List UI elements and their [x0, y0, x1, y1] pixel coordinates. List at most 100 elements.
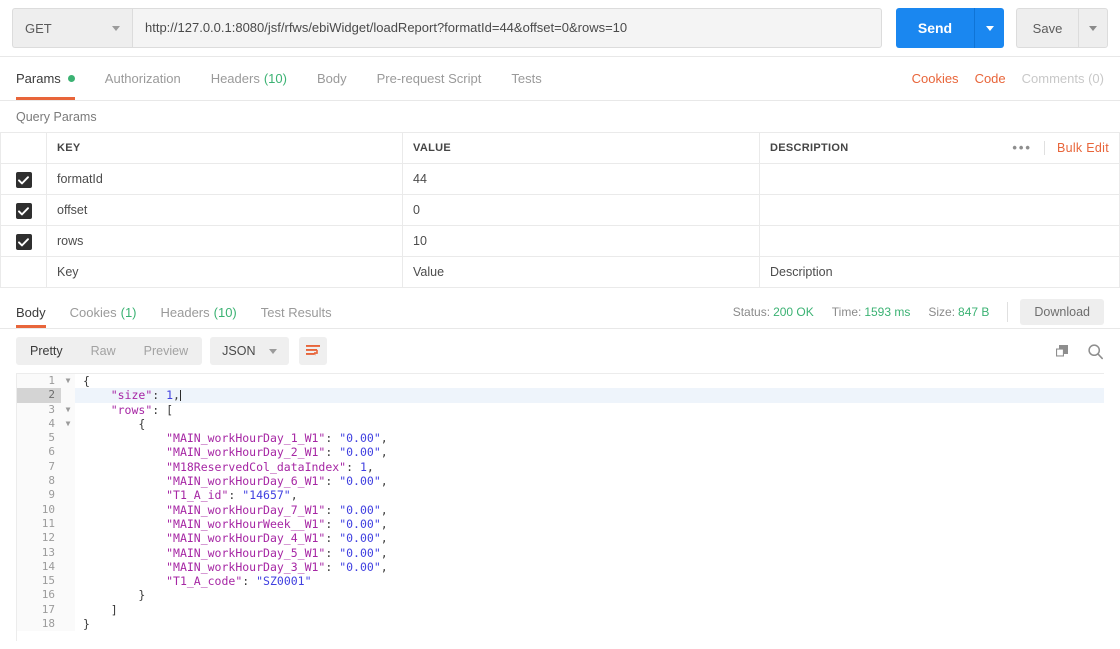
check-icon [18, 175, 29, 184]
send-options-button[interactable] [974, 8, 1004, 48]
new-param-value-input[interactable]: Value [402, 256, 760, 288]
code-line: 13 "MAIN_workHourDay_5_W1": "0.00", [17, 545, 1104, 560]
table-row: formatId 44 [0, 163, 1120, 195]
send-button[interactable]: Send [896, 8, 974, 48]
search-button[interactable] [1087, 343, 1104, 360]
response-meta: Status: 200 OK Time: 1593 ms Size: 847 B… [715, 296, 1104, 328]
time-value: 1593 ms [864, 305, 911, 319]
response-tab-test-results[interactable]: Test Results [261, 296, 332, 328]
http-method-value: GET [25, 20, 52, 36]
code-line: 15 "T1_A_code": "SZ0001" [17, 574, 1104, 589]
size-value: 847 B [958, 305, 990, 319]
line-number: 9 [17, 488, 61, 503]
request-url-bar: GET http://127.0.0.1:8080/jsf/rfws/ebiWi… [0, 0, 1120, 57]
code-line: 16 } [17, 588, 1104, 603]
code-text: "MAIN_workHourDay_1_W1": "0.00", [166, 431, 388, 446]
param-key[interactable]: rows [46, 225, 403, 257]
param-description[interactable] [759, 163, 1120, 195]
new-param-description-input[interactable]: Description [759, 256, 1120, 288]
tab-count: (10) [263, 71, 287, 86]
line-number: 18 [17, 617, 61, 632]
save-button[interactable]: Save [1016, 8, 1078, 48]
param-value[interactable]: 10 [402, 225, 760, 257]
view-mode-pretty[interactable]: Pretty [16, 337, 77, 365]
tab-label: Tests [511, 71, 542, 86]
fold-spacer [61, 545, 75, 560]
more-options-icon[interactable]: ••• [1012, 141, 1045, 155]
line-number: 1 [17, 374, 61, 389]
param-description[interactable] [759, 194, 1120, 226]
check-icon [18, 206, 29, 215]
chevron-down-icon [1089, 25, 1097, 31]
param-checkbox[interactable] [15, 234, 32, 250]
header-description-label: DESCRIPTION [770, 142, 849, 154]
tab-params[interactable]: Params [16, 57, 75, 100]
fold-toggle-icon[interactable]: ▼ [61, 374, 75, 389]
code-lines: 1 ▼{2 "size": 1, 3 ▼ "rows": [4 ▼ {5 "MAIN_w… [17, 374, 1104, 632]
body-format-select[interactable]: JSON [210, 337, 290, 365]
cookies-link[interactable]: Cookies [912, 71, 959, 86]
fold-spacer [61, 516, 75, 532]
tab-tests[interactable]: Tests [511, 57, 541, 100]
response-body-toolbar: Pretty Raw Preview JSON [0, 329, 1120, 373]
code-line: 5 "MAIN_workHourDay_1_W1": "0.00", [17, 431, 1104, 446]
fold-spacer [61, 388, 75, 403]
response-tab-headers[interactable]: Headers (10) [161, 296, 237, 328]
row-checkbox-cell [0, 163, 47, 195]
row-checkbox-cell [0, 194, 47, 226]
code-link[interactable]: Code [975, 71, 1006, 86]
code-line: 2 "size": 1, [17, 388, 1104, 403]
line-number: 2 [17, 388, 61, 403]
param-checkbox[interactable] [15, 172, 32, 188]
http-method-select[interactable]: GET [12, 8, 132, 48]
chevron-down-icon [269, 348, 278, 354]
param-checkbox[interactable] [15, 203, 32, 219]
tab-pre-request-script[interactable]: Pre-request Script [377, 57, 482, 100]
param-key[interactable]: formatId [46, 163, 403, 195]
download-button[interactable]: Download [1020, 299, 1104, 325]
tab-authorization[interactable]: Authorization [105, 57, 181, 100]
fold-spacer [61, 459, 75, 475]
body-toolbar-actions [1054, 343, 1104, 360]
bulk-edit-button[interactable]: Bulk Edit [1045, 141, 1109, 155]
tab-body[interactable]: Body [317, 57, 347, 100]
fold-toggle-icon[interactable]: ▼ [61, 402, 75, 417]
tab-headers[interactable]: Headers (10) [211, 57, 287, 100]
view-mode-raw[interactable]: Raw [77, 337, 130, 365]
line-number: 4 [17, 416, 61, 432]
code-text: "size": 1, [75, 388, 1104, 403]
code-line: 18} [17, 617, 1104, 632]
header-value: VALUE [402, 132, 760, 164]
response-tab-body[interactable]: Body [16, 296, 46, 328]
param-value[interactable]: 0 [402, 194, 760, 226]
fold-spacer [61, 588, 75, 603]
size-label: Size: [928, 305, 956, 319]
new-param-key-input[interactable]: Key [46, 256, 403, 288]
code-line: 3 ▼ "rows": [ [17, 402, 1104, 417]
line-number: 16 [17, 588, 61, 603]
response-tab-cookies[interactable]: Cookies (1) [70, 296, 137, 328]
code-line: 7 "M18ReservedCol_dataIndex": 1, [17, 459, 1104, 475]
request-url-input[interactable]: http://127.0.0.1:8080/jsf/rfws/ebiWidget… [132, 8, 882, 48]
view-mode-preview[interactable]: Preview [130, 337, 202, 365]
copy-button[interactable] [1054, 343, 1071, 360]
row-checkbox-cell [0, 256, 47, 288]
code-text: "MAIN_workHourDay_5_W1": "0.00", [166, 545, 388, 560]
comments-link[interactable]: Comments (0) [1022, 71, 1104, 86]
param-description[interactable] [759, 225, 1120, 257]
save-options-button[interactable] [1078, 8, 1108, 48]
postman-window: GET http://127.0.0.1:8080/jsf/rfws/ebiWi… [0, 0, 1120, 649]
table-row: rows 10 [0, 225, 1120, 257]
row-checkbox-cell [0, 225, 47, 257]
fold-toggle-icon[interactable]: ▼ [61, 416, 75, 432]
word-wrap-button[interactable] [299, 337, 328, 365]
response-body-editor[interactable]: 1 ▼{2 "size": 1, 3 ▼ "rows": [4 ▼ {5 "MAIN_w… [16, 373, 1104, 641]
line-number: 17 [17, 602, 61, 618]
param-key[interactable]: offset [46, 194, 403, 226]
line-number: 14 [17, 559, 61, 575]
code-line: 12 "MAIN_workHourDay_4_W1": "0.00", [17, 531, 1104, 546]
header-checkbox-cell [0, 132, 47, 164]
param-value[interactable]: 44 [402, 163, 760, 195]
code-text: "M18ReservedCol_dataIndex": 1, [166, 459, 374, 474]
code-text: ] [83, 602, 118, 617]
